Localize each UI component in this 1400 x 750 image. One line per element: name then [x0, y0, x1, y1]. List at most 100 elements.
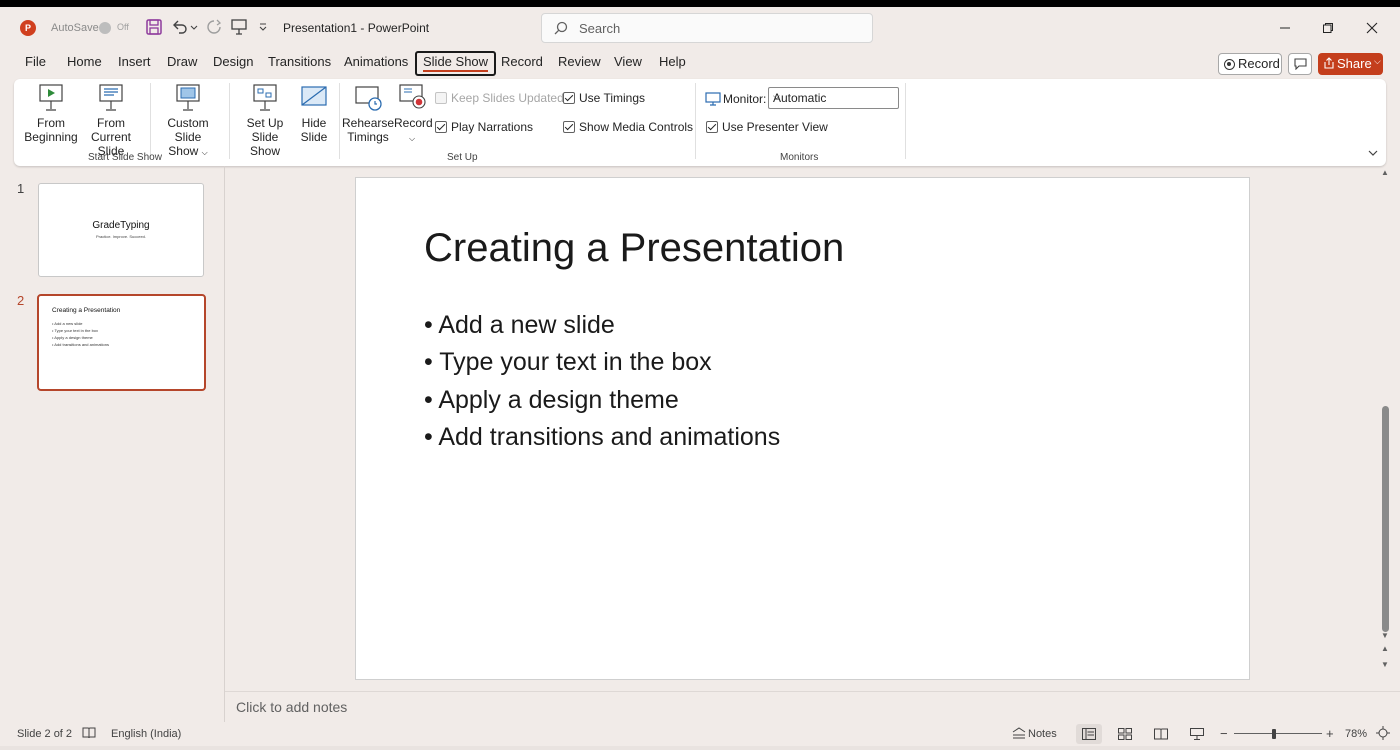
slide-canvas[interactable]: Creating a Presentation • Add a new slid… [355, 177, 1250, 680]
zoom-slider-track[interactable] [1234, 733, 1322, 734]
slide-thumbnail-1[interactable]: GradeTyping Practice. Improve. Succeed. [38, 183, 204, 277]
monitor-select[interactable]: Automatic ⌵ [768, 87, 899, 109]
slide-number: 2 [17, 293, 25, 308]
slide-title[interactable]: Creating a Presentation [424, 226, 844, 271]
checkbox-box [435, 121, 447, 133]
zoom-in-button[interactable]: + [1326, 726, 1334, 741]
autosave-toggle[interactable]: Off [98, 21, 134, 35]
tab-file[interactable]: File [25, 54, 46, 76]
rehearse-timings-button[interactable]: Rehearse Timings [342, 83, 394, 144]
keep-slides-updated-label: Keep Slides Updated [451, 91, 564, 105]
restore-icon [1323, 23, 1333, 33]
tab-slide-show[interactable]: Slide Show [415, 51, 497, 76]
custom-slide-show-button[interactable]: Custom Slide Show ⌵ [154, 83, 222, 160]
ribbon-separator [339, 83, 340, 159]
tab-animations[interactable]: Animations [344, 54, 408, 76]
save-icon[interactable] [145, 18, 165, 38]
zoom-slider-thumb[interactable] [1272, 729, 1277, 739]
set-up-slide-show-button[interactable]: Set Up Slide Show [236, 83, 294, 158]
slide-bullet[interactable]: • Type your text in the box [424, 348, 712, 377]
slide-show-view-button[interactable] [1184, 724, 1210, 744]
notes-pane[interactable]: Click to add notes [225, 692, 1400, 722]
slide-number: 1 [17, 181, 25, 196]
vertical-scrollbar[interactable]: ▲ ▼ ▲ ▼ [1379, 166, 1393, 676]
from-beginning-line1: From [37, 116, 65, 130]
scroll-down-icon[interactable]: ▼ [1381, 631, 1389, 640]
tab-view[interactable]: View [614, 54, 642, 76]
previous-slide-icon[interactable]: ▲ [1381, 644, 1389, 653]
reading-view-icon [1154, 728, 1168, 740]
tab-record[interactable]: Record [501, 54, 543, 76]
undo-dropdown-chevron-icon[interactable] [190, 18, 200, 38]
collapse-ribbon-chevron-icon[interactable] [1367, 147, 1379, 157]
notes-icon [1012, 727, 1026, 739]
customize-toolbar-icon[interactable] [258, 18, 270, 38]
normal-view-button[interactable] [1076, 724, 1102, 744]
minimize-button[interactable] [1265, 13, 1305, 43]
scrollbar-thumb[interactable] [1382, 406, 1389, 632]
ribbon-panel: From Beginning From Current Slide Custom… [14, 79, 1386, 166]
undo-icon[interactable] [171, 18, 191, 38]
from-current-slide-button[interactable]: From Current Slide [78, 83, 144, 158]
group-label-monitors: Monitors [780, 152, 819, 163]
status-bar: Slide 2 of 2 English (India) Notes − + 7… [0, 722, 1400, 746]
from-current-line1: From [97, 116, 125, 130]
fit-to-window-icon[interactable] [1376, 726, 1390, 743]
close-button[interactable] [1352, 13, 1392, 43]
share-icon [1324, 57, 1334, 69]
record-slide-show-icon [399, 84, 426, 109]
rehearse-line2: Timings [347, 130, 389, 144]
tab-transitions[interactable]: Transitions [268, 54, 331, 76]
tab-draw[interactable]: Draw [167, 54, 197, 76]
notes-toggle-button[interactable]: Notes [1012, 726, 1072, 742]
restore-button[interactable] [1308, 13, 1348, 43]
record-button[interactable]: Record [1218, 53, 1282, 75]
custom-line1: Custom Slide [167, 116, 209, 144]
use-timings-label: Use Timings [579, 91, 646, 105]
record-label: Record [394, 116, 433, 130]
chevron-down-icon: ⌵ [408, 134, 416, 143]
slide-sorter-button[interactable] [1112, 724, 1138, 744]
comments-button[interactable] [1288, 53, 1312, 75]
hide-slide-button[interactable]: Hide Slide [296, 83, 332, 144]
from-beginning-line2: Beginning [24, 130, 78, 144]
redo-icon[interactable] [205, 18, 225, 38]
custom-line2: Show [168, 144, 199, 158]
slide-thumbnails-panel: 1 GradeTyping Practice. Improve. Succeed… [0, 170, 224, 722]
tab-review[interactable]: Review [558, 54, 601, 76]
present-icon[interactable] [230, 18, 250, 38]
hide-slide-icon [301, 86, 327, 106]
ribbon-separator [695, 83, 696, 159]
record-slide-show-button[interactable]: Record ⌵ [394, 83, 433, 146]
setup-line2: Slide Show [249, 130, 281, 158]
powerpoint-logo-icon: P [20, 20, 36, 36]
tab-help[interactable]: Help [659, 54, 686, 76]
slide-sorter-icon [1118, 728, 1132, 740]
group-label-set-up: Set Up [447, 152, 478, 163]
slide-counter: Slide 2 of 2 [17, 728, 73, 740]
accessibility-book-icon[interactable] [82, 726, 96, 743]
reading-view-button[interactable] [1148, 724, 1174, 744]
slide-bullet[interactable]: • Add a new slide [424, 311, 615, 340]
slide-bullet[interactable]: • Add transitions and animations [424, 423, 780, 452]
share-button[interactable]: Share ⌵ [1318, 53, 1383, 75]
tab-design[interactable]: Design [213, 54, 253, 76]
next-slide-icon[interactable]: ▼ [1381, 660, 1389, 669]
title-bar: P AutoSave Off Presentation1 - PowerPoin… [0, 7, 1400, 49]
thumb-bullet: • Add a new slide [52, 321, 83, 326]
hide-line2: Slide [300, 130, 328, 144]
thumb-subtitle: Practice. Improve. Succeed. [95, 234, 147, 239]
slide-bullet[interactable]: • Apply a design theme [424, 386, 679, 415]
search-input[interactable]: Search [541, 13, 873, 43]
zoom-level[interactable]: 78% [1345, 728, 1367, 740]
language-status[interactable]: English (India) [111, 728, 181, 740]
zoom-out-button[interactable]: − [1220, 726, 1228, 741]
toggle-knob [99, 22, 111, 34]
from-beginning-button[interactable]: From Beginning [23, 83, 79, 144]
scroll-up-icon[interactable]: ▲ [1381, 168, 1389, 177]
slide-thumbnail-2[interactable]: Creating a Presentation • Add a new slid… [37, 294, 206, 391]
tab-insert[interactable]: Insert [118, 54, 151, 76]
tab-home[interactable]: Home [67, 54, 102, 76]
rehearse-timings-icon [355, 86, 382, 111]
slide-show-view-icon [1190, 728, 1204, 740]
